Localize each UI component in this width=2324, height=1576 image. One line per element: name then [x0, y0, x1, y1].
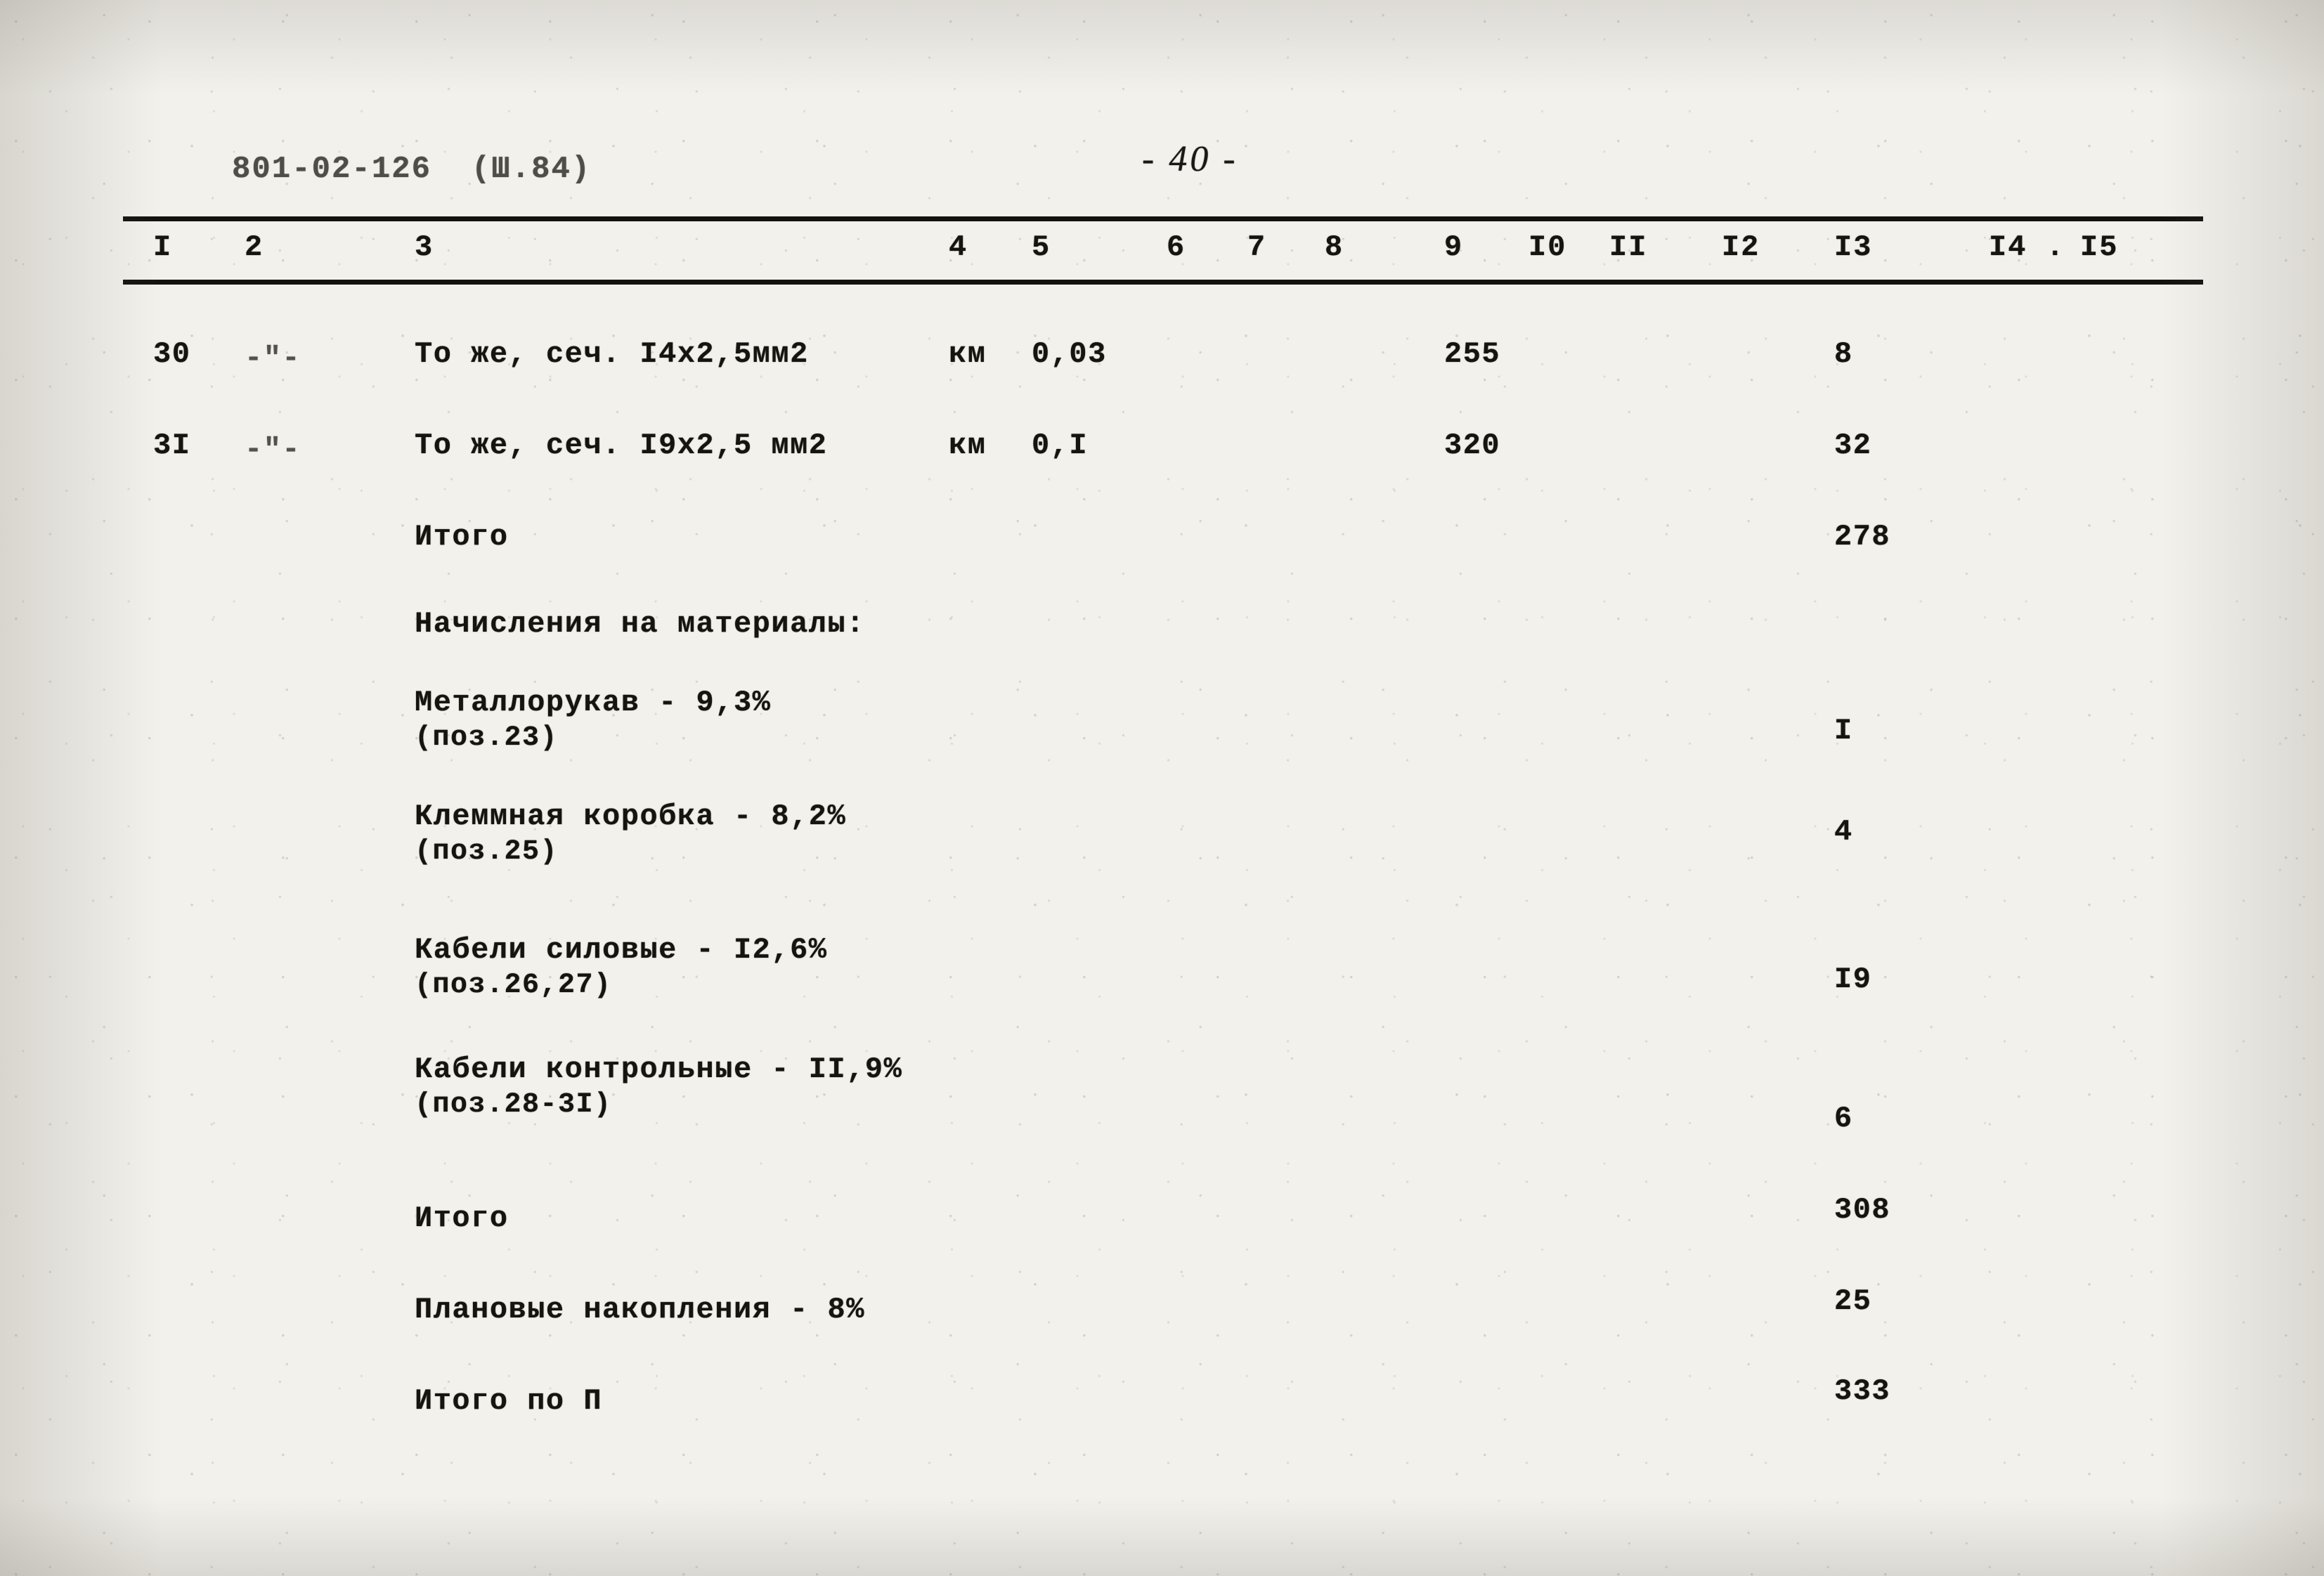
column-header-2: 2	[245, 230, 264, 264]
row-col13: 25	[1834, 1284, 1872, 1318]
table-top-rule	[123, 216, 2203, 221]
scan-vignette-overlay	[0, 0, 2324, 1576]
accruals-heading: Начисления на материалы:	[415, 607, 865, 641]
row-col13: 278	[1834, 520, 1891, 554]
column-header-8: 8	[1325, 230, 1344, 264]
table-bottom-rule	[123, 280, 2203, 285]
scanned-document-page: 801-02-126 (Ш.84) - 40 - I 2 3 4 5 6 7 8…	[0, 0, 2324, 1576]
accrual-ref: (поз.25)	[415, 836, 559, 868]
accrual-ref: (поз.26,27)	[415, 970, 612, 1001]
scan-grain-overlay	[0, 0, 2324, 1576]
row-position: 30	[153, 337, 191, 371]
column-header-5: 5	[1032, 230, 1051, 264]
row-col13: 32	[1834, 429, 1872, 462]
row-name: То же, сеч. I4x2,5мм2	[415, 337, 809, 371]
row-unit: км	[949, 429, 987, 462]
row-unit: км	[949, 337, 987, 371]
accrual-col13: 6	[1834, 1102, 1853, 1135]
column-header-3: 3	[415, 230, 434, 264]
row-col9: 320	[1444, 429, 1501, 462]
row-ditto: -"-	[245, 433, 301, 467]
column-header-7: 7	[1247, 230, 1267, 264]
column-header-15: I5	[2080, 230, 2119, 264]
column-header-13: I3	[1834, 230, 1873, 264]
row-name: Итого	[415, 1201, 509, 1235]
column-header-14: I4 .	[1989, 230, 2065, 264]
row-name: Плановые накопления - 8%	[415, 1293, 865, 1327]
accrual-col13: I9	[1834, 963, 1872, 996]
page-number: - 40 -	[1142, 139, 1238, 179]
row-name: Итого	[415, 520, 509, 554]
column-header-12: I2	[1722, 230, 1760, 264]
column-header-11: II	[1609, 230, 1648, 264]
document-code: 801-02-126 (Ш.84)	[232, 152, 592, 187]
row-ditto: -"-	[245, 341, 301, 375]
row-col13: 8	[1834, 337, 1853, 371]
accrual-ref: (поз.23)	[415, 722, 559, 754]
row-position: 3I	[153, 429, 191, 462]
accrual-ref: (поз.28-3I)	[415, 1089, 612, 1121]
column-header-4: 4	[949, 230, 968, 264]
accrual-name: Кабели контрольные - II,9%	[415, 1053, 903, 1086]
column-header-6: 6	[1167, 230, 1186, 264]
row-name: То же, сеч. I9x2,5 мм2	[415, 429, 828, 462]
row-name: Итого по П	[415, 1384, 603, 1418]
row-quantity: 0,I	[1032, 429, 1089, 462]
accrual-name: Металлорукав - 9,3%	[415, 686, 772, 719]
row-col9: 255	[1444, 337, 1501, 371]
row-quantity: 0,03	[1032, 337, 1107, 371]
row-col13: 308	[1834, 1193, 1891, 1227]
column-header-1: I	[153, 230, 173, 264]
accrual-col13: 4	[1834, 815, 1853, 849]
column-header-10: I0	[1528, 230, 1567, 264]
row-col13: 333	[1834, 1374, 1891, 1408]
accrual-col13: I	[1834, 714, 1853, 748]
column-header-9: 9	[1444, 230, 1464, 264]
accrual-name: Кабели силовые - I2,6%	[415, 933, 828, 967]
accrual-name: Клеммная коробка - 8,2%	[415, 800, 847, 833]
